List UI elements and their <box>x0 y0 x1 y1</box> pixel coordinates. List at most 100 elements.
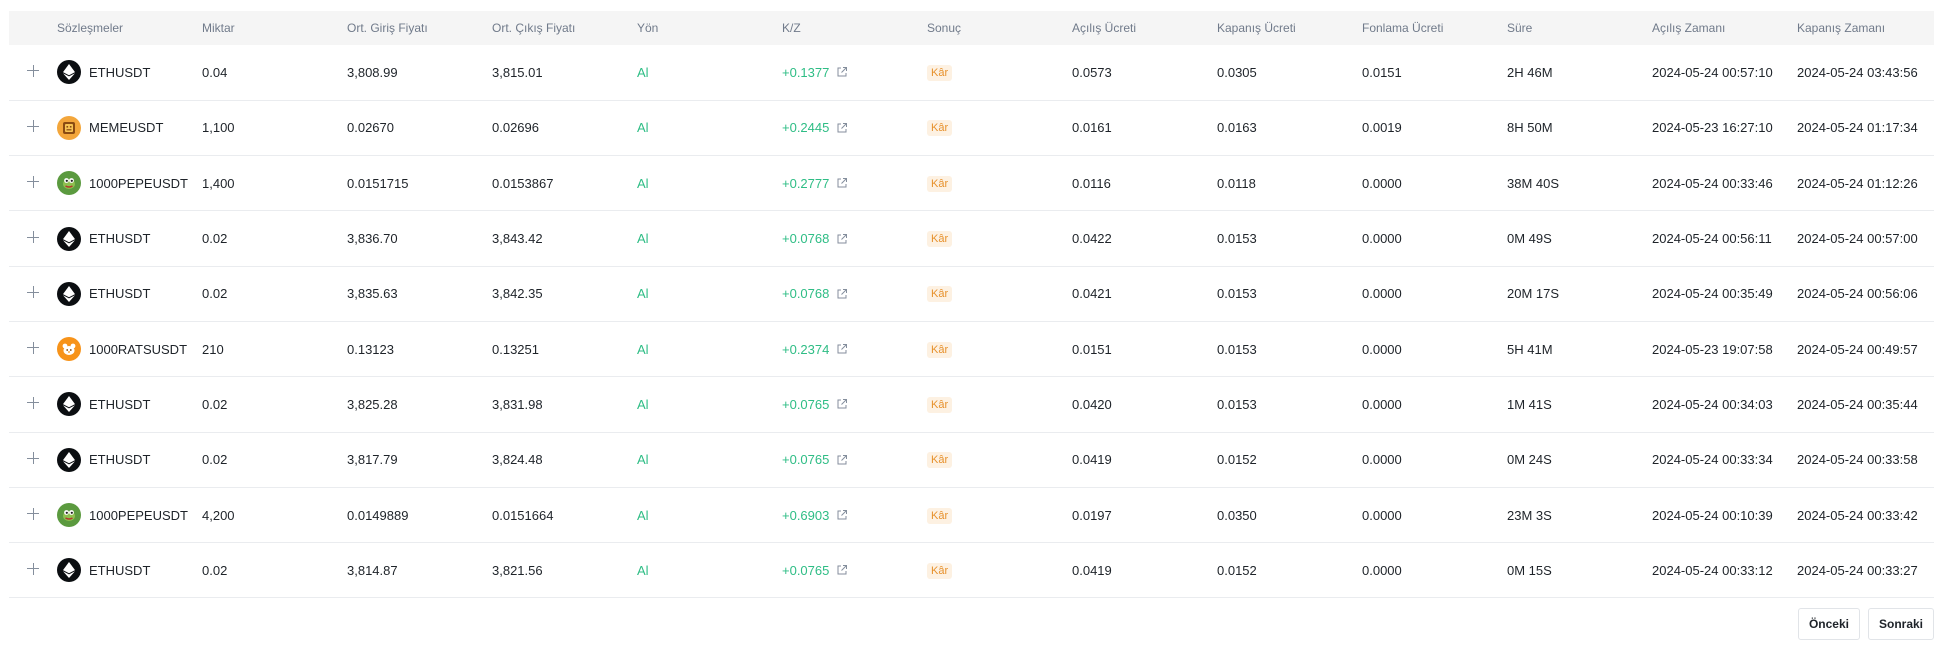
quantity-cell: 0.02 <box>202 286 228 302</box>
open-fee-cell: 0.0116 <box>1072 175 1111 191</box>
expand-plus-icon[interactable] <box>27 120 39 133</box>
result-badge: Kâr <box>927 231 953 248</box>
side-cell: Al <box>637 120 649 136</box>
contract-symbol: 1000PEPEUSDT <box>57 171 202 196</box>
expand-plus-icon[interactable] <box>27 286 39 299</box>
expand-plus-icon[interactable] <box>27 64 39 77</box>
close-fee-cell: 0.0152 <box>1217 562 1257 578</box>
expand-plus-icon[interactable] <box>27 341 39 354</box>
expand-plus-icon[interactable] <box>27 231 39 244</box>
header-side: Yön <box>637 21 659 35</box>
side-cell: Al <box>637 562 649 578</box>
expand-plus-icon[interactable] <box>27 562 39 575</box>
result-cell: Kâr <box>927 100 1072 155</box>
avg-exit-price-cell: 3,842.35 <box>492 286 543 302</box>
close-fee-cell: 0.0153 <box>1217 341 1257 357</box>
pnl-value-wrap: +0.6903 <box>782 508 848 523</box>
expand-plus-icon[interactable] <box>27 452 39 465</box>
result-badge: Kâr <box>927 175 953 192</box>
header-avg-exit-price: Ort. Çıkış Fiyatı <box>492 21 576 35</box>
open-time-cell: 2024-05-24 00:56:11 <box>1652 231 1772 247</box>
close-fee-cell: 0.0153 <box>1217 231 1257 247</box>
result-cell: Kâr <box>927 156 1072 211</box>
share-external-icon[interactable] <box>836 233 848 245</box>
share-external-icon[interactable] <box>836 454 848 466</box>
pnl-cell: +0.2374 <box>782 321 927 376</box>
expand-plus-icon[interactable] <box>27 175 39 188</box>
header-close-time: Kapanış Zamanı <box>1797 21 1886 35</box>
avg-entry-price-cell: 0.02670 <box>347 120 394 136</box>
contract-symbol: ETHUSDT <box>57 447 202 472</box>
side-cell: Al <box>637 341 649 357</box>
side-cell: Al <box>637 286 649 302</box>
table-row: ETHUSDT 0.04 3,808.99 3,815.01 Al +0.1377 Kâr 0… <box>9 45 1934 101</box>
pnl-value: +0.2374 <box>782 341 830 357</box>
symbol-label: ETHUSDT <box>89 64 151 80</box>
side-cell: Al <box>637 64 649 80</box>
pnl-value: +0.0765 <box>782 452 830 468</box>
pnl-value-wrap: +0.0765 <box>782 563 848 578</box>
pagination: Önceki Sonraki <box>1797 608 1934 640</box>
expand-cell <box>9 377 57 432</box>
expand-plus-icon[interactable] <box>27 396 39 409</box>
pnl-value: +0.2445 <box>782 120 830 136</box>
symbol-label: 1000RATSUSDT <box>89 341 188 357</box>
side-cell: Al <box>637 231 649 247</box>
header-avg-entry-price: Ort. Giriş Fiyatı <box>347 21 428 35</box>
share-external-icon[interactable] <box>836 343 848 355</box>
result-cell: Kâr <box>927 487 1072 542</box>
header-funding-fee: Fonlama Ücreti <box>1362 21 1444 35</box>
header-duration: Süre <box>1507 21 1533 35</box>
pnl-value: +0.0765 <box>782 396 830 412</box>
contract-cell: ETHUSDT <box>57 211 202 266</box>
table-row: ETHUSDT 0.02 3,836.70 3,843.42 Al +0.0768 Kâr 0… <box>9 211 1934 267</box>
share-external-icon[interactable] <box>836 564 848 576</box>
pnl-cell: +0.6903 <box>782 487 927 542</box>
result-badge: Kâr <box>927 286 953 303</box>
table-header-row: Sözleşmeler Miktar Ort. Giriş Fiyatı Ort… <box>9 11 1934 45</box>
contract-symbol: 1000PEPEUSDT <box>57 503 202 528</box>
funding-fee-cell: 0.0000 <box>1362 231 1402 247</box>
previous-page-button[interactable]: Önceki <box>1797 608 1860 640</box>
contract-cell: 1000PEPEUSDT <box>57 156 202 211</box>
avg-entry-price-cell: 3,835.63 <box>347 286 398 302</box>
symbol-label: ETHUSDT <box>89 396 151 412</box>
pnl-value: +0.6903 <box>782 507 830 523</box>
header-open-time: Açılış Zamanı <box>1652 21 1726 35</box>
share-external-icon[interactable] <box>836 398 848 410</box>
funding-fee-cell: 0.0151 <box>1362 64 1402 80</box>
avg-exit-price-cell: 3,824.48 <box>492 452 543 468</box>
share-external-icon[interactable] <box>836 288 848 300</box>
pnl-value-wrap: +0.0768 <box>782 286 848 301</box>
funding-fee-cell: 0.0000 <box>1362 562 1402 578</box>
contract-symbol: ETHUSDT <box>57 558 202 583</box>
close-time-cell: 2024-05-24 00:56:06 <box>1797 286 1918 302</box>
share-external-icon[interactable] <box>836 66 848 78</box>
pepe-coin-icon <box>57 503 81 528</box>
result-cell: Kâr <box>927 211 1072 266</box>
next-page-button[interactable]: Sonraki <box>1867 608 1934 640</box>
duration-cell: 20M 17S <box>1507 286 1560 302</box>
avg-entry-price-cell: 3,817.79 <box>347 452 398 468</box>
avg-entry-price-cell: 0.0149889 <box>347 507 409 523</box>
pnl-cell: +0.0765 <box>782 543 927 598</box>
open-time-cell: 2024-05-24 00:33:12 <box>1652 562 1773 578</box>
share-external-icon[interactable] <box>836 177 848 189</box>
open-fee-cell: 0.0573 <box>1072 64 1112 80</box>
header-contracts: Sözleşmeler <box>57 21 124 35</box>
avg-exit-price-cell: 0.0151664 <box>492 507 554 523</box>
expand-plus-icon[interactable] <box>27 507 39 520</box>
funding-fee-cell: 0.0000 <box>1362 452 1402 468</box>
header-expand <box>9 11 57 45</box>
close-fee-cell: 0.0118 <box>1217 175 1256 191</box>
meme-coin-icon <box>57 115 81 140</box>
share-external-icon[interactable] <box>836 122 848 134</box>
open-fee-cell: 0.0161 <box>1072 120 1112 136</box>
avg-entry-price-cell: 0.0151715 <box>347 175 409 191</box>
header-quantity: Miktar <box>202 21 235 35</box>
symbol-label: ETHUSDT <box>89 231 151 247</box>
close-fee-cell: 0.0153 <box>1217 286 1257 302</box>
quantity-cell: 1,400 <box>202 175 235 191</box>
expand-cell <box>9 156 57 211</box>
share-external-icon[interactable] <box>836 509 848 521</box>
